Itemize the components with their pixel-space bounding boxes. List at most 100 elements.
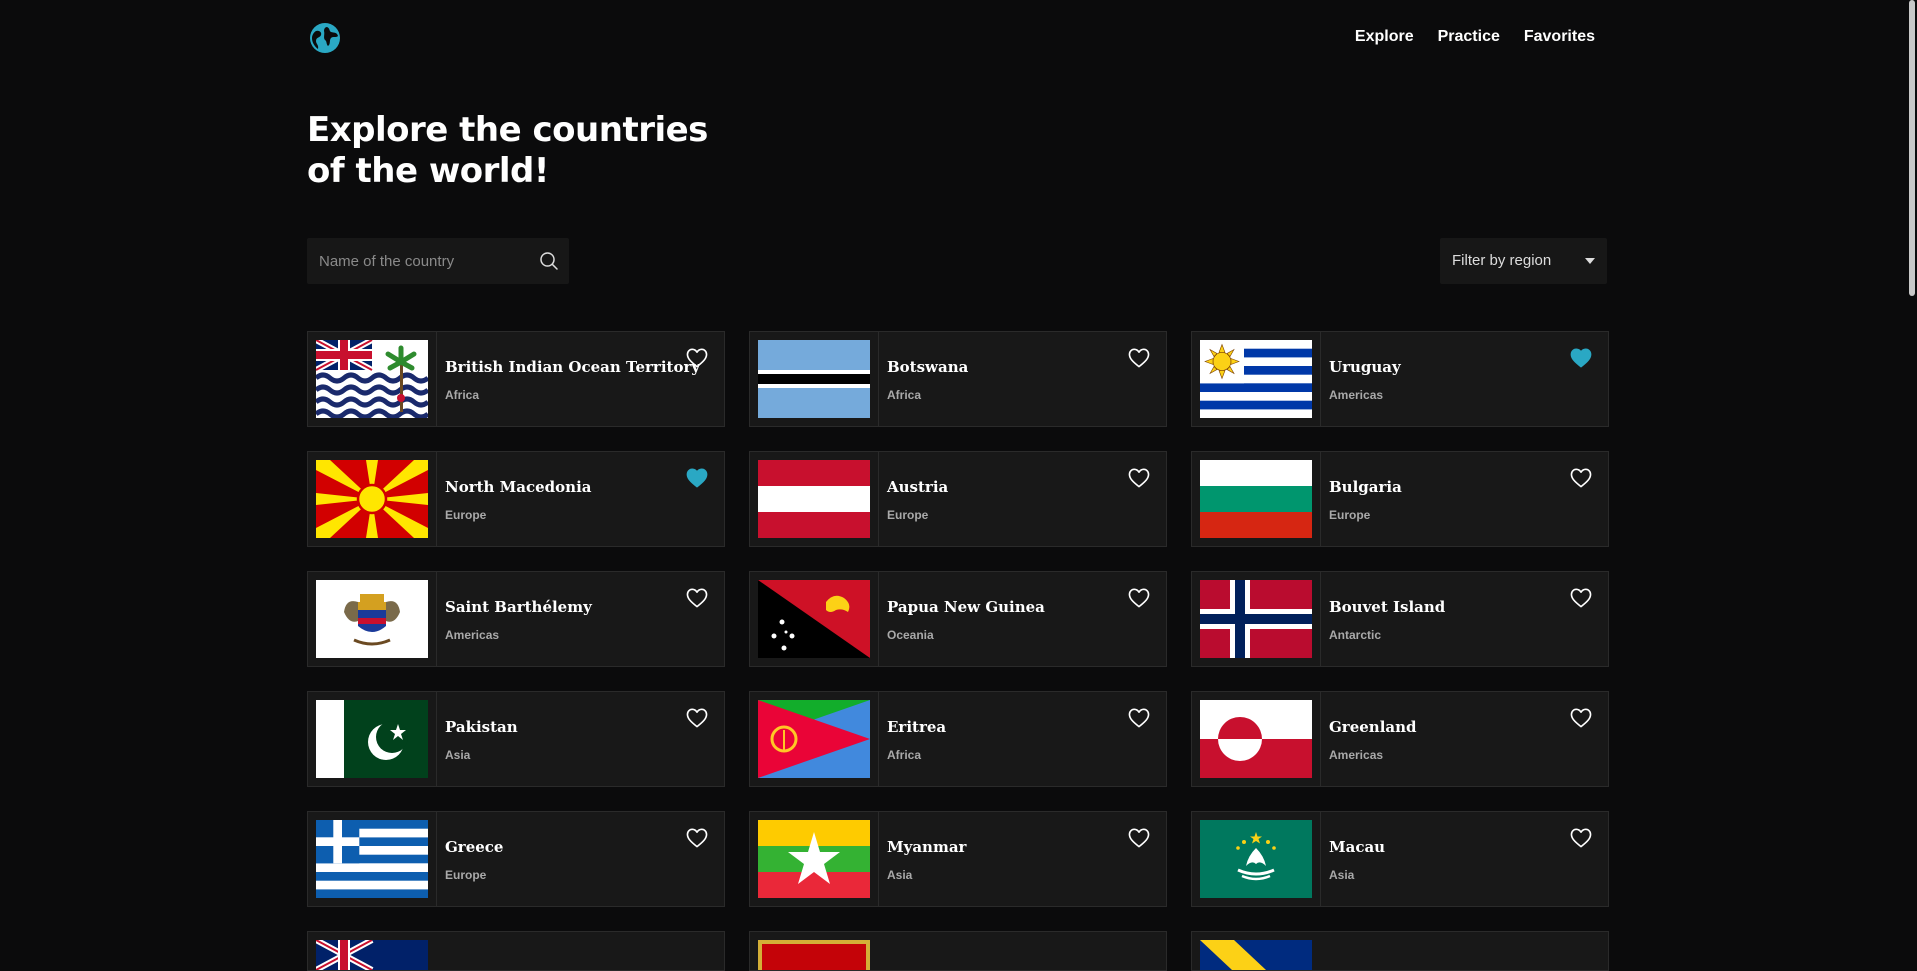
heart-outline-icon[interactable] <box>1570 588 1592 608</box>
country-card[interactable]: Botswana Africa <box>749 331 1167 427</box>
search-icon[interactable] <box>539 251 559 271</box>
country-name: Eritrea <box>887 718 947 736</box>
pakistan-flag <box>316 700 428 778</box>
country-card-partial[interactable] <box>1191 931 1609 971</box>
country-card[interactable]: Saint Barthélemy Americas <box>307 571 725 667</box>
heart-filled-icon[interactable] <box>1570 348 1592 368</box>
flag-frame <box>750 332 879 426</box>
heart-outline-icon[interactable] <box>1570 708 1592 728</box>
heart-outline-icon[interactable] <box>686 348 708 368</box>
bulgaria-flag <box>1200 460 1312 538</box>
flag-frame <box>750 572 879 666</box>
flag-frame <box>750 812 879 906</box>
page-title-line2: of the world! <box>307 151 549 191</box>
country-name: Pakistan <box>445 718 518 736</box>
flag-frame <box>1192 452 1321 546</box>
page-scrollbar[interactable] <box>1907 0 1917 950</box>
country-name: British Indian Ocean Territory <box>445 358 701 376</box>
heart-outline-icon[interactable] <box>686 828 708 848</box>
macau-flag <box>1200 820 1312 898</box>
country-card[interactable]: Uruguay Americas <box>1191 331 1609 427</box>
country-region: Oceania <box>887 628 934 642</box>
heart-outline-icon[interactable] <box>1128 708 1150 728</box>
country-grid-next-row <box>307 931 1609 971</box>
country-card[interactable]: Pakistan Asia <box>307 691 725 787</box>
page-title-line1: Explore the countries <box>307 110 708 150</box>
country-region: Europe <box>445 868 487 882</box>
country-card[interactable]: Greenland Americas <box>1191 691 1609 787</box>
region-filter-dropdown[interactable]: Filter by region <box>1440 238 1607 284</box>
country-search-input[interactable] <box>307 238 522 284</box>
heart-outline-icon[interactable] <box>1128 828 1150 848</box>
country-name: Saint Barthélemy <box>445 598 592 616</box>
flag-frame <box>1192 692 1321 786</box>
heart-outline-icon[interactable] <box>686 588 708 608</box>
country-name: Uruguay <box>1329 358 1401 376</box>
country-card-partial[interactable] <box>307 931 725 971</box>
country-name: Greece <box>445 838 504 856</box>
flag-frame <box>750 452 879 546</box>
heart-outline-icon[interactable] <box>1128 588 1150 608</box>
country-card[interactable]: Myanmar Asia <box>749 811 1167 907</box>
country-card[interactable]: Macau Asia <box>1191 811 1609 907</box>
country-card[interactable]: North Macedonia Europe <box>307 451 725 547</box>
nav-explore-link[interactable]: Explore <box>1355 28 1414 46</box>
country-region: Europe <box>887 508 929 522</box>
scrollbar-thumb[interactable] <box>1909 0 1915 296</box>
heart-outline-icon[interactable] <box>1570 468 1592 488</box>
country-region: Europe <box>445 508 487 522</box>
country-card[interactable]: Papua New Guinea Oceania <box>749 571 1167 667</box>
country-card[interactable]: Eritrea Africa <box>749 691 1167 787</box>
nav-practice-link[interactable]: Practice <box>1438 28 1500 46</box>
heart-outline-icon[interactable] <box>1570 828 1592 848</box>
flag-image-partial <box>758 940 870 970</box>
chevron-down-icon <box>1585 258 1595 264</box>
globe-logo-icon[interactable] <box>309 22 341 54</box>
country-name: Papua New Guinea <box>887 598 1045 616</box>
country-card[interactable]: Bouvet Island Antarctic <box>1191 571 1609 667</box>
uruguay-flag <box>1200 340 1312 418</box>
country-region: Antarctic <box>1329 628 1382 642</box>
country-region: Asia <box>1329 868 1355 882</box>
country-card-partial[interactable] <box>749 931 1167 971</box>
flag-frame <box>750 692 879 786</box>
country-region: Asia <box>445 748 471 762</box>
eritrea-flag <box>758 700 870 778</box>
country-card[interactable]: Bulgaria Europe <box>1191 451 1609 547</box>
british-indian-ocean-territory-flag <box>316 340 428 418</box>
austria-flag <box>758 460 870 538</box>
country-name: Bouvet Island <box>1329 598 1446 616</box>
saint-barthelemy-flag <box>316 580 428 658</box>
flag-frame <box>308 332 437 426</box>
country-region: Americas <box>445 628 500 642</box>
flag-image-partial <box>316 940 428 970</box>
country-card[interactable]: Greece Europe <box>307 811 725 907</box>
country-name: Botswana <box>887 358 969 376</box>
country-name: Austria <box>887 478 949 496</box>
country-grid: British Indian Ocean Territory Africa Bo… <box>307 331 1609 907</box>
country-card[interactable]: British Indian Ocean Territory Africa <box>307 331 725 427</box>
bouvet-island-flag <box>1200 580 1312 658</box>
country-region: Africa <box>445 388 480 402</box>
greenland-flag <box>1200 700 1312 778</box>
flag-frame <box>308 572 437 666</box>
nav-favorites-link[interactable]: Favorites <box>1524 28 1595 46</box>
heart-outline-icon[interactable] <box>1128 468 1150 488</box>
flag-image-partial <box>1200 940 1312 970</box>
country-name: Greenland <box>1329 718 1417 736</box>
search-box <box>307 238 569 284</box>
country-name: Macau <box>1329 838 1386 856</box>
flag-frame <box>308 812 437 906</box>
country-region: Africa <box>887 748 922 762</box>
country-region: Africa <box>887 388 922 402</box>
heart-filled-icon[interactable] <box>686 468 708 488</box>
flag-frame <box>1192 812 1321 906</box>
region-filter-label: Filter by region <box>1452 252 1552 269</box>
flag-frame <box>1192 332 1321 426</box>
heart-outline-icon[interactable] <box>1128 348 1150 368</box>
country-region: Americas <box>1329 748 1384 762</box>
country-name: Myanmar <box>887 838 967 856</box>
flag-frame <box>1192 572 1321 666</box>
heart-outline-icon[interactable] <box>686 708 708 728</box>
country-card[interactable]: Austria Europe <box>749 451 1167 547</box>
